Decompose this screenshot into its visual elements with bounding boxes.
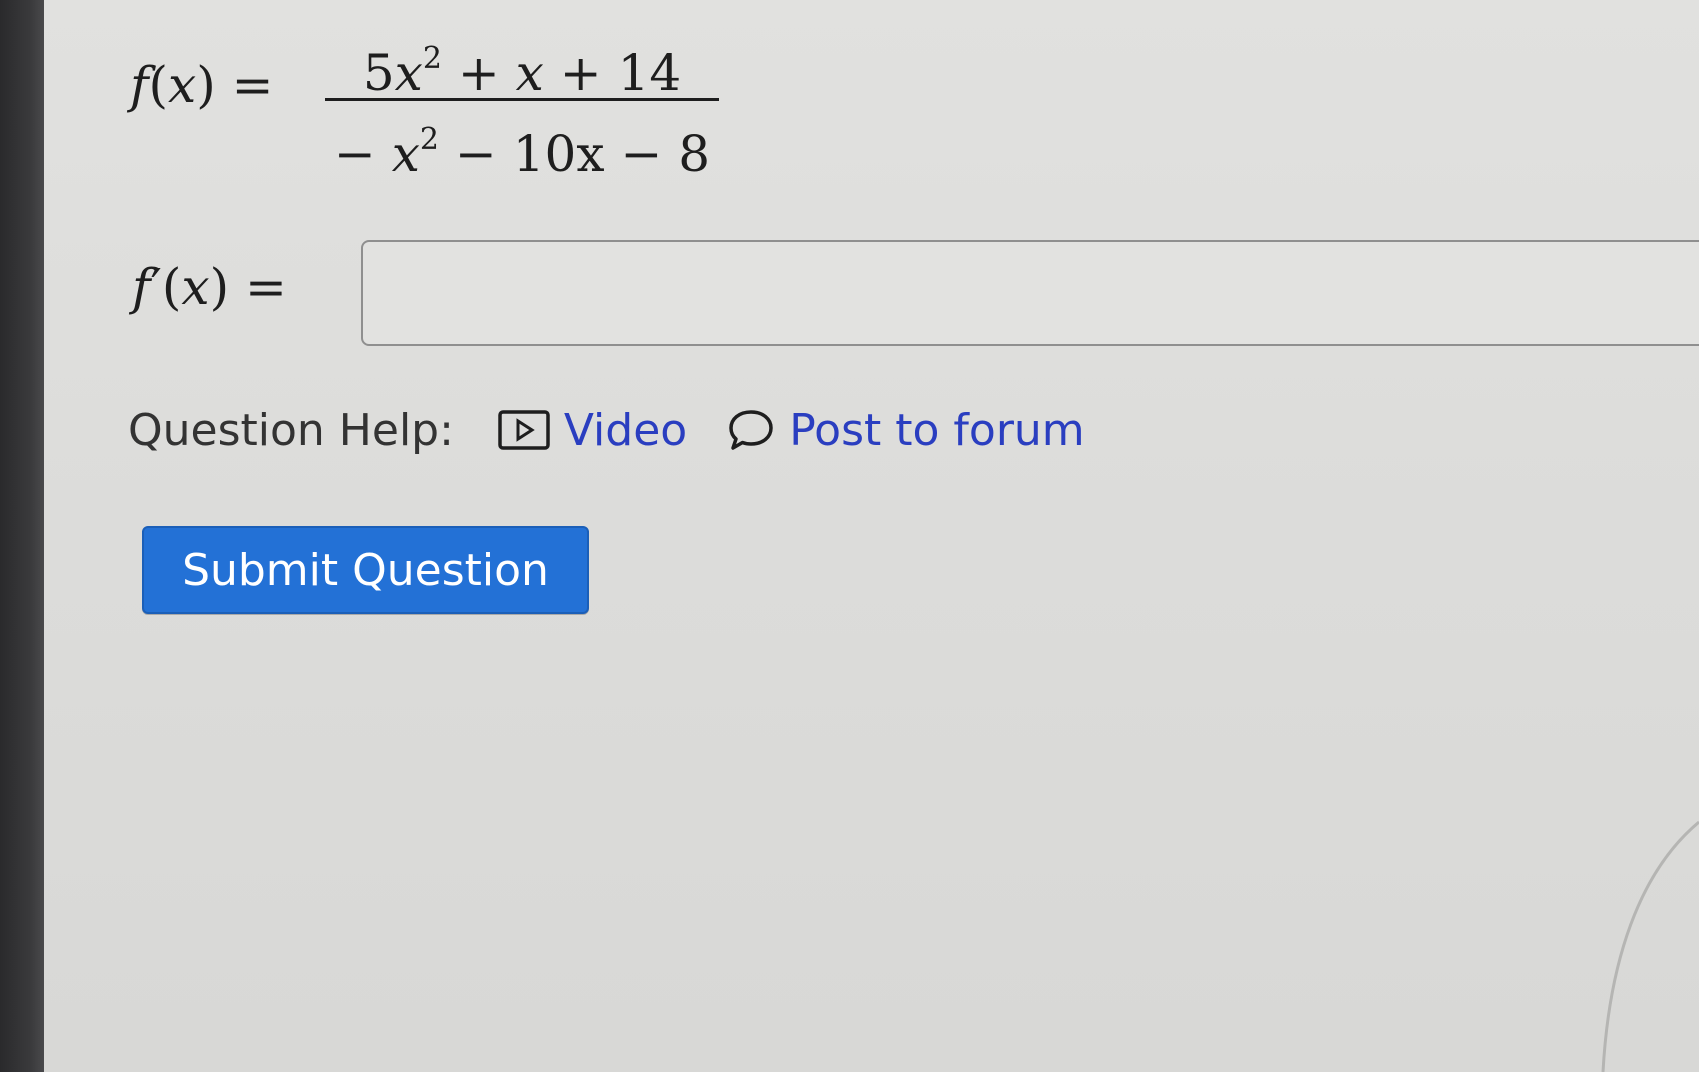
screen-edge-reflection [1601,820,1699,1072]
derivative-label: f′(x) = [132,258,287,316]
play-box-icon [498,410,550,450]
video-link-label: Video [563,404,688,456]
answer-input[interactable] [361,240,1699,346]
speech-bubble-icon [727,408,775,452]
monitor-bezel [0,0,44,1072]
submit-question-button[interactable]: Submit Question [142,526,589,614]
question-help-row: Question Help: Video Post to forum [128,400,1125,460]
function-fraction: 5x2 + x + 14 − x2 − 10x − 8 [325,20,719,183]
question-help-label: Question Help: [128,404,454,456]
post-to-forum-link-label: Post to forum [789,404,1085,456]
fraction-numerator: 5x2 + x + 14 [362,41,682,102]
fraction-denominator: − x2 − 10x − 8 [333,122,711,183]
function-label: f(x) = [130,56,274,114]
video-link[interactable]: Video [498,405,687,456]
post-to-forum-link[interactable]: Post to forum [727,404,1085,456]
